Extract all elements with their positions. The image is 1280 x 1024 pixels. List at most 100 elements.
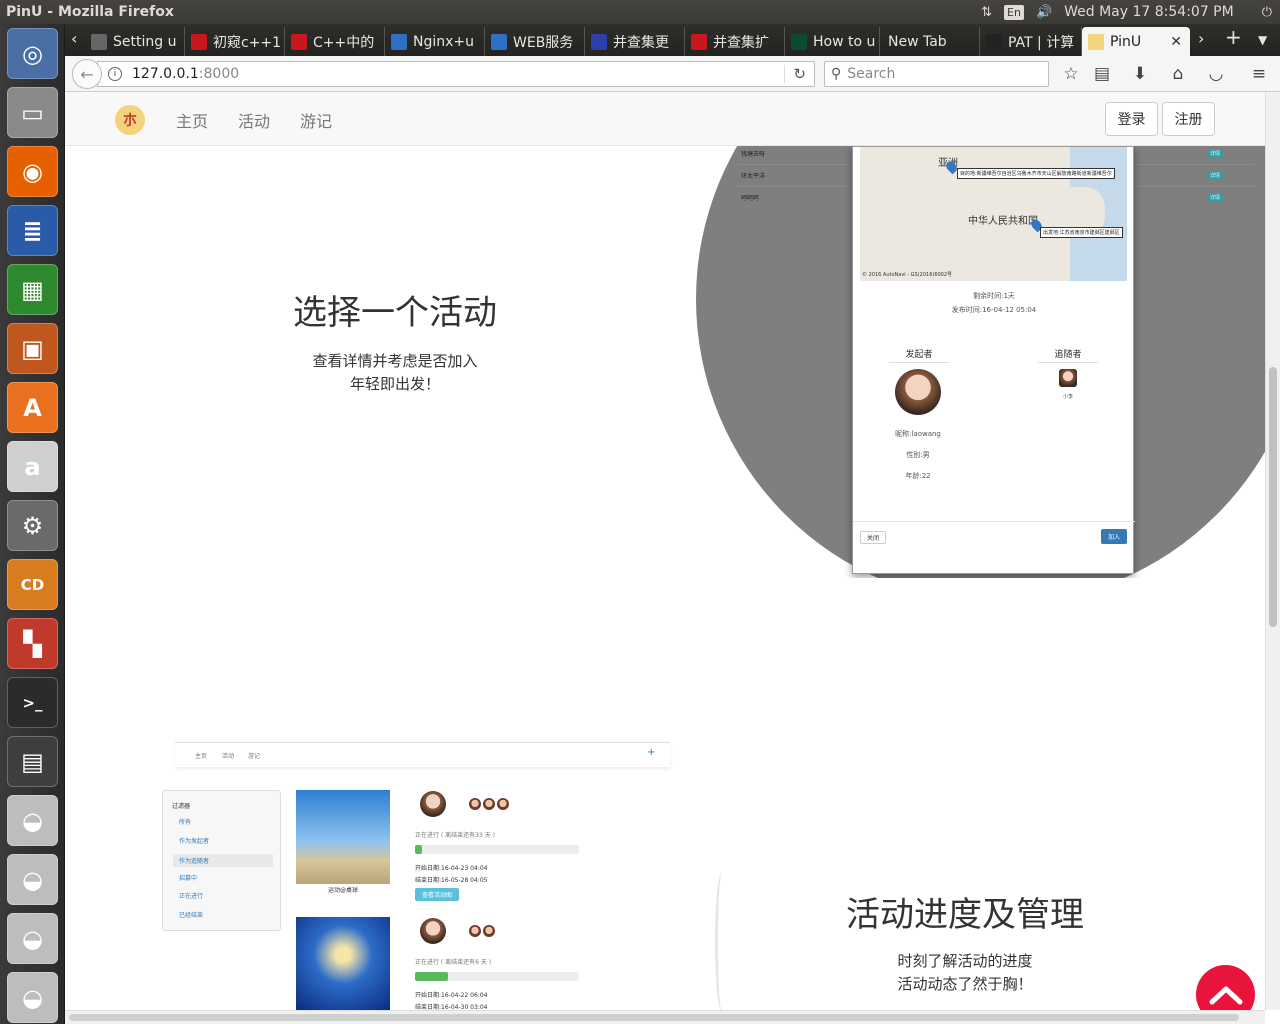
csdn-icon xyxy=(191,33,207,50)
follower-avatar xyxy=(1059,369,1077,387)
url-host: 127.0.0.1 xyxy=(132,66,199,82)
volume-icon[interactable]: 🔊 xyxy=(1036,5,1052,20)
workspace-switcher-icon[interactable]: ▤ xyxy=(7,736,58,787)
activity-detail-modal: 亚洲 中华人民共和国 目的地:新疆维吾尔自治区乌鲁木齐市天山区解放南路街道新疆维… xyxy=(852,146,1135,574)
end-date: 结束日期:16-05-28 04:05 xyxy=(415,877,488,884)
tab-label: C++中的 xyxy=(313,34,375,51)
new-tab-icon[interactable]: + xyxy=(1225,25,1242,49)
start-date: 开始日期:16-04-22 06:04 xyxy=(415,992,488,999)
nav-travelogue-link[interactable]: 游记 xyxy=(300,108,332,132)
workspaces-icon[interactable]: ▚ xyxy=(7,618,58,669)
files-icon[interactable]: ▭ xyxy=(7,87,58,138)
activity-caption: 运动@桌球 xyxy=(327,887,358,894)
filter-item: 正在进行 xyxy=(179,893,204,900)
site-logo[interactable]: 朩 xyxy=(115,105,145,135)
login-button[interactable]: 登录 xyxy=(1105,102,1158,136)
reading-list-icon[interactable]: ▤ xyxy=(1091,63,1113,85)
tab-label: New Tab xyxy=(888,33,947,50)
scroll-to-top-button[interactable] xyxy=(1196,965,1255,1010)
drive-icon-3[interactable]: ◒ xyxy=(7,913,58,964)
tab-label: 并查集更 xyxy=(613,34,669,51)
tab-1[interactable]: 初窥c++1 xyxy=(185,27,285,56)
django-icon xyxy=(791,33,807,50)
row-title: 钱塘去呀 xyxy=(741,151,766,158)
url-bar[interactable]: i 127.0.0.1:8000 ↻ xyxy=(97,61,815,87)
tab-7[interactable]: How to u xyxy=(785,27,880,56)
drive-icon-4[interactable]: ◒ xyxy=(7,972,58,1023)
tab-scroll-left-icon[interactable]: ‹ xyxy=(71,29,77,48)
impress-icon[interactable]: ▣ xyxy=(7,323,58,374)
mini-nav-home: 主页 xyxy=(195,753,208,760)
join-button: 加入 xyxy=(1101,529,1127,544)
tab-label: 初窥c++1 xyxy=(213,34,282,51)
mini-nav-travelogue: 游记 xyxy=(248,753,261,760)
menu-icon[interactable]: ≡ xyxy=(1248,63,1270,85)
blog-icon xyxy=(591,33,607,50)
tab-8[interactable]: New Tab xyxy=(880,27,980,56)
filter-panel: 过滤器 所有 作为发起者 作为追随者 招募中 正在进行 已经结束 xyxy=(162,790,281,931)
filter-item: 所有 xyxy=(179,819,192,826)
downloads-icon[interactable]: ⬇ xyxy=(1129,63,1151,85)
tab-label: Nginx+u xyxy=(413,33,475,50)
scrollbar-thumb[interactable] xyxy=(1269,367,1277,627)
back-button[interactable]: ← xyxy=(72,59,102,89)
initiator-age: 年龄:22 xyxy=(905,472,931,480)
writer-icon[interactable]: ≣ xyxy=(7,205,58,256)
tab-5[interactable]: 并查集更 xyxy=(585,27,685,56)
home-icon[interactable]: ⌂ xyxy=(1167,63,1189,85)
initiator-nickname: 昵称:laowang xyxy=(895,430,941,438)
decorative-arc xyxy=(715,872,729,1010)
drive-icon-2[interactable]: ◒ xyxy=(7,854,58,905)
follower-avatar xyxy=(483,798,495,810)
tab-3[interactable]: Nginx+u xyxy=(385,27,485,56)
firefox-window: ‹ Setting u 初窥c++1 C++中的 Nginx+u WEB服务 并查集更 并查… xyxy=(65,24,1280,1024)
filter-item: 招募中 xyxy=(179,874,198,882)
view-activity-button: 查看活动图 xyxy=(415,888,459,901)
software-center-icon[interactable]: A xyxy=(7,382,58,433)
activity-image xyxy=(296,917,390,1010)
firefox-icon[interactable]: ◉ xyxy=(7,146,58,197)
reload-icon[interactable]: ↻ xyxy=(784,65,806,83)
pinu-icon xyxy=(1088,33,1104,50)
horizontal-scrollbar-thumb[interactable] xyxy=(69,1014,1239,1021)
clock[interactable]: Wed May 17 8:54:07 PM xyxy=(1064,4,1234,20)
pocket-icon[interactable]: ◡ xyxy=(1205,63,1227,85)
vertical-scrollbar[interactable] xyxy=(1265,92,1280,1010)
initiator-heading: 发起者 xyxy=(889,347,949,363)
terminal-icon[interactable]: >_ xyxy=(7,677,58,728)
detail-button: 详情 xyxy=(1207,149,1223,158)
transfer-icon[interactable]: ⇅ xyxy=(981,5,992,20)
tab-list-icon[interactable]: ▼ xyxy=(1258,33,1267,47)
nav-activities-link[interactable]: 活动 xyxy=(238,108,270,132)
pat-icon xyxy=(986,33,1002,50)
cd-icon[interactable]: CD xyxy=(7,559,58,610)
origin-tip: 出发地:江苏省南京市建邺区建邺区 xyxy=(1040,227,1123,238)
navigation-toolbar: i 127.0.0.1:8000 ↻ ← ⚲ Search ☆ ▤ ⬇ ⌂ ◡ … xyxy=(65,56,1280,92)
tab-2[interactable]: C++中的 xyxy=(285,27,385,56)
tab-scroll-right-icon[interactable]: › xyxy=(1198,29,1204,48)
tab-label: PinU xyxy=(1110,33,1142,50)
horizontal-scrollbar[interactable] xyxy=(65,1010,1265,1024)
bookmark-star-icon[interactable]: ☆ xyxy=(1060,63,1082,85)
activity-status: 正在进行 ( 离结束还有33 天 ) xyxy=(415,832,495,839)
calc-icon[interactable]: ▦ xyxy=(7,264,58,315)
power-icon[interactable]: ⏻ xyxy=(1262,5,1272,20)
mini-nav-activities: 活动 xyxy=(222,753,235,760)
tab-10[interactable]: PinU ✕ xyxy=(1082,27,1190,56)
register-button[interactable]: 注册 xyxy=(1162,102,1215,136)
tab-6[interactable]: 并查集扩 xyxy=(685,27,785,56)
mini-add-icon: + xyxy=(647,747,656,758)
nav-home-link[interactable]: 主页 xyxy=(176,108,208,132)
amazon-icon[interactable]: a xyxy=(7,441,58,492)
feature1-screenshot: 排序 ◉主题 ⚲ 高尔夫详情踩全羊详情图书馆看书、你信？详情钱塘去呀详情环太平洋… xyxy=(65,146,1265,578)
tab-close-icon[interactable]: ✕ xyxy=(1170,34,1182,50)
tab-9[interactable]: PAT | 计算 xyxy=(980,27,1082,56)
tab-0[interactable]: Setting u xyxy=(85,27,185,56)
info-icon[interactable]: i xyxy=(108,67,122,81)
system-settings-icon[interactable]: ⚙ xyxy=(7,500,58,551)
input-method-indicator[interactable]: En xyxy=(1004,4,1024,20)
ubuntu-dash-icon[interactable]: ◎ xyxy=(7,28,58,79)
search-bar[interactable]: ⚲ Search xyxy=(824,61,1049,87)
drive-icon-1[interactable]: ◒ xyxy=(7,795,58,846)
tab-4[interactable]: WEB服务 xyxy=(485,27,585,56)
